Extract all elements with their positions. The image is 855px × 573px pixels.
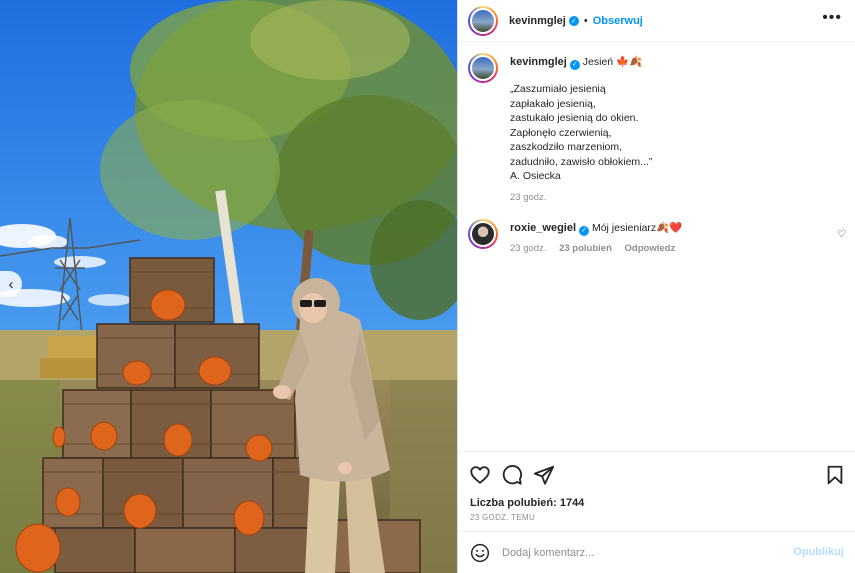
post-side-panel: kevinmglej ✓ • Obserwuj ••• kevinmglej ✓ … <box>457 0 855 573</box>
commenter-username[interactable]: roxie_wegiel <box>510 222 576 234</box>
author-username[interactable]: kevinmglej <box>509 15 566 27</box>
comment-text: Mój jesieniarz🍂❤️ <box>591 222 683 234</box>
post-photo[interactable]: ‹ <box>0 0 457 573</box>
reply-button[interactable]: Odpowiedz <box>625 243 676 254</box>
comment-icon[interactable] <box>501 464 523 486</box>
comment-input[interactable] <box>502 542 782 564</box>
comments-list[interactable]: kevinmglej ✓ Jesień 🍁🍂 „Zaszumiało jesien… <box>458 43 855 451</box>
verified-icon: ✓ <box>579 226 590 237</box>
follow-button[interactable]: Obserwuj <box>593 15 643 27</box>
author-avatar[interactable] <box>468 5 498 36</box>
separator-dot: • <box>583 14 588 27</box>
post-actions: Liczba polubień: 1744 23 GODZ. TEMU <box>458 451 855 531</box>
chevron-left-icon: ‹ <box>8 275 14 293</box>
caption-avatar-image <box>470 55 496 81</box>
comment-composer: Opublikuj <box>458 531 855 573</box>
comment-likes[interactable]: 23 polubień <box>559 243 612 254</box>
comment-timestamp[interactable]: 23 godz. <box>510 243 546 254</box>
caption-line: A. Osiecka <box>510 170 561 183</box>
caption-line: zastukało jesienią do okien. <box>510 112 639 125</box>
commenter-avatar-image <box>470 221 496 247</box>
verified-icon: ✓ <box>569 60 580 71</box>
caption-title: Jesień 🍁🍂 <box>582 56 643 68</box>
caption-text: „Zaszumiało jesienią zapłakało jesienią,… <box>510 82 830 184</box>
heart-icon[interactable] <box>469 464 491 486</box>
caption-line: Zapłonęło czerwienią, <box>510 126 612 139</box>
emoji-icon[interactable] <box>470 543 490 563</box>
caption-line: „Zaszumiało jesienią <box>510 83 606 96</box>
share-icon[interactable] <box>533 464 555 486</box>
commenter-avatar[interactable] <box>468 219 498 249</box>
author-avatar-image <box>470 7 496 34</box>
more-icon[interactable]: ••• <box>822 10 842 26</box>
caption-avatar[interactable] <box>468 53 498 83</box>
caption-username[interactable]: kevinmglej <box>510 56 567 68</box>
publish-button[interactable]: Opublikuj <box>793 546 844 558</box>
photo-scene <box>0 0 457 573</box>
likes-count[interactable]: Liczba polubień: 1744 <box>470 497 584 509</box>
comment-like-heart-icon[interactable]: ♡ <box>837 229 846 240</box>
post-time[interactable]: 23 GODZ. TEMU <box>470 513 535 522</box>
caption-line: zaszkodziło marzeniom, <box>510 141 623 154</box>
caption-timestamp[interactable]: 23 godz. <box>510 192 546 203</box>
caption-line: zapłakało jesienią, <box>510 97 596 110</box>
verified-icon: ✓ <box>568 15 579 26</box>
caption-line: zadudniło, zawisło obłokiem...” <box>510 155 653 168</box>
post-header: kevinmglej ✓ • Obserwuj ••• <box>458 0 855 42</box>
bookmark-icon[interactable] <box>824 464 846 486</box>
